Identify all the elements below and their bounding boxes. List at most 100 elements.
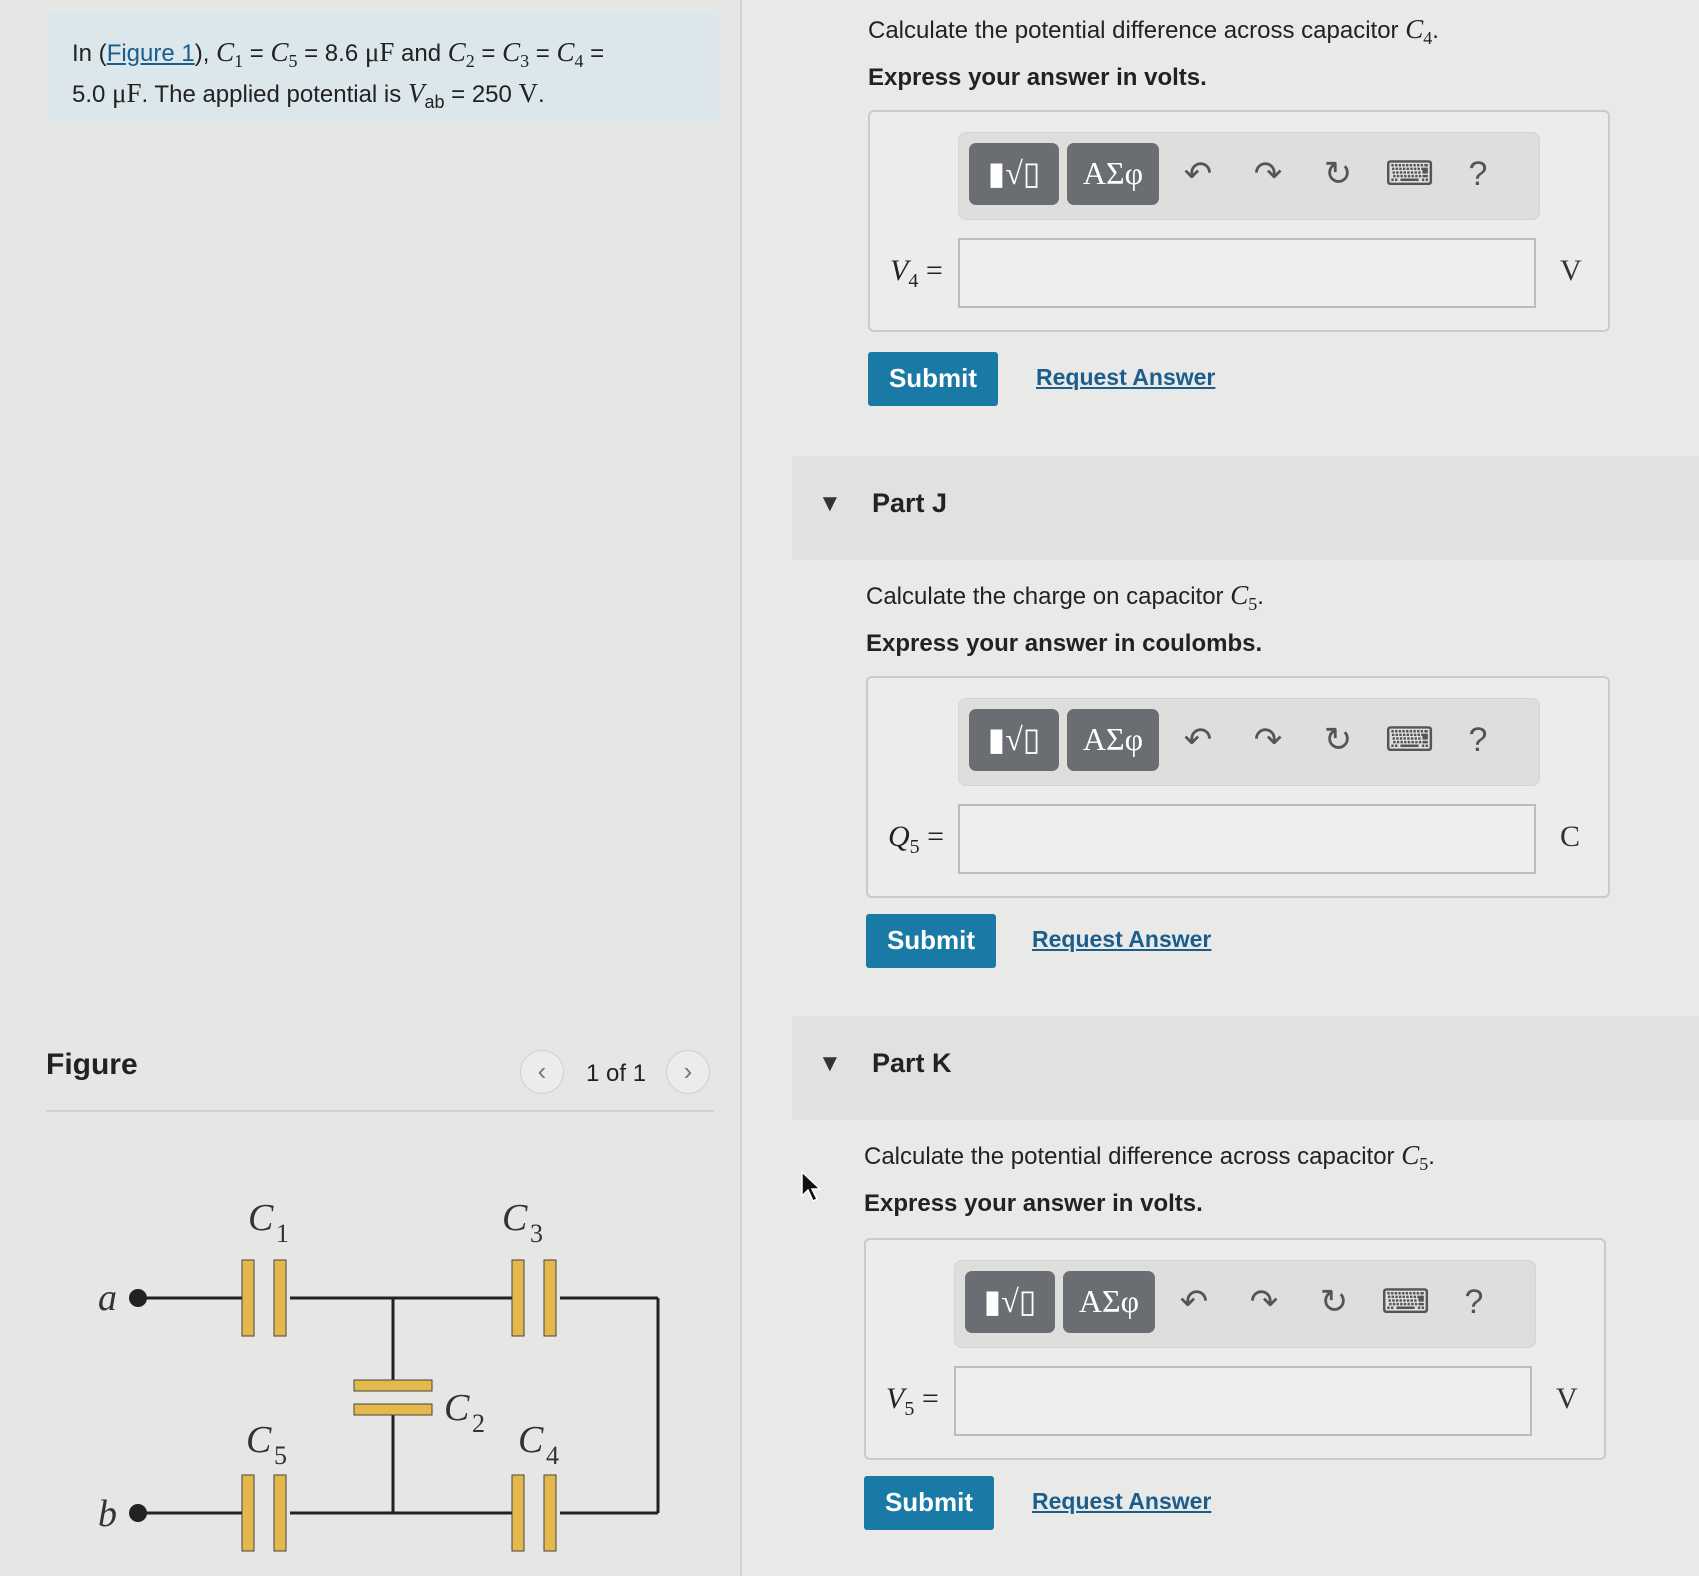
figure-pager: ‹ 1 of 1 › [520,1050,716,1096]
unit-text: V [518,77,539,108]
part-k-answer-box: ▮√▯ ΑΣφ ↶ ↷ ↻ ⌨ ? V5 = V [864,1238,1606,1460]
greek-symbols-button[interactable]: ΑΣφ [1067,709,1159,771]
answer-label: Q5 = [888,820,944,859]
part-j-instruction: Express your answer in coulombs. [866,630,1263,657]
question-text: Calculate the potential difference acros… [868,17,1406,44]
greek-symbols-button[interactable]: ΑΣφ [1063,1271,1155,1333]
request-answer-link[interactable]: Request Answer [1036,364,1215,391]
collapse-triangle-icon[interactable]: ▼ [818,490,842,518]
question-text: Calculate the charge on capacitor [866,583,1231,610]
keyboard-icon[interactable]: ⌨ [1385,715,1434,765]
math-toolbar: ▮√▯ ΑΣφ ↶ ↷ ↻ ⌨ ? [958,132,1540,220]
unit-text: μF [112,77,142,108]
label-c1-sub: 1 [276,1219,289,1248]
var-symbol: V [890,254,909,287]
templates-button[interactable]: ▮√▯ [969,143,1059,205]
problem-text: = 8.6 [297,40,365,67]
figure-link[interactable]: Figure 1 [107,40,195,67]
cap-subscript: 5 [1419,1153,1429,1174]
vab-subscript: ab [424,91,445,112]
var-subscript: 5 [904,1398,915,1420]
c2-symbol: C [447,37,466,67]
problem-text: ), [194,40,217,67]
terminal-a [129,1289,147,1307]
c4-symbol: C [556,37,575,67]
answer-input[interactable] [958,804,1536,874]
part-k-header[interactable]: ▼ Part K [792,1016,1699,1120]
label-b: b [98,1493,117,1535]
label-c2: C [444,1387,470,1429]
templates-button[interactable]: ▮√▯ [969,709,1059,771]
cap-symbol: C [1401,1140,1420,1170]
undo-icon[interactable]: ↶ [1171,1277,1217,1327]
part-title: Part K [872,1048,952,1078]
circuit-diagram: a b C C C C C 1 3 2 5 4 [98,1197,660,1552]
unit-label: C [1560,820,1581,853]
reset-icon[interactable]: ↻ [1311,1277,1357,1327]
collapse-triangle-icon[interactable]: ▼ [818,1050,842,1078]
keyboard-icon[interactable]: ⌨ [1385,149,1434,199]
label-c3: C [502,1197,528,1239]
label-c4: C [518,1419,544,1461]
label-a: a [98,1277,117,1319]
equals-sign: = [914,1382,939,1415]
cap-symbol: C [1405,14,1424,44]
redo-icon[interactable]: ↷ [1245,715,1291,765]
part-i-answer-box: ▮√▯ ΑΣφ ↶ ↷ ↻ ⌨ ? V4 = V [868,110,1610,332]
answer-input[interactable] [958,238,1536,308]
submit-button[interactable]: Submit [864,1476,994,1530]
request-answer-link[interactable]: Request Answer [1032,926,1211,953]
mouse-cursor-icon [801,1170,822,1203]
next-figure-button[interactable]: › [666,1050,710,1094]
problem-text: = 250 [444,80,519,108]
label-c2-sub: 2 [472,1409,485,1438]
reset-icon[interactable]: ↻ [1315,149,1361,199]
var-symbol: Q [888,820,910,853]
part-j-header[interactable]: ▼ Part J [792,456,1699,560]
help-icon[interactable]: ? [1451,1277,1497,1327]
submit-button[interactable]: Submit [868,352,998,406]
part-j-question: Calculate the charge on capacitor C5. [866,580,1264,614]
cap-subscript: 5 [1248,593,1258,614]
part-k-question: Calculate the potential difference acros… [864,1140,1435,1174]
problem-text: . [538,80,545,108]
cap-symbol: C [1230,580,1249,610]
request-answer-link[interactable]: Request Answer [1032,1488,1211,1515]
equals-sign: = [918,254,943,287]
reset-icon[interactable]: ↻ [1315,715,1361,765]
math-toolbar: ▮√▯ ΑΣφ ↶ ↷ ↻ ⌨ ? [958,698,1540,786]
question-text: Calculate the potential difference acros… [864,1143,1402,1170]
greek-symbols-button[interactable]: ΑΣφ [1067,143,1159,205]
part-i-instruction: Express your answer in volts. [868,64,1207,91]
help-icon[interactable]: ? [1455,715,1501,765]
answer-input[interactable] [954,1366,1532,1436]
problem-statement: In (Figure 1), C1 = C5 = 8.6 μF and C2 =… [46,12,718,122]
submit-button[interactable]: Submit [866,914,996,968]
keyboard-icon[interactable]: ⌨ [1381,1277,1430,1327]
label-c1: C [248,1197,274,1239]
label-c4-sub: 4 [546,1441,559,1470]
terminal-b [129,1504,147,1522]
c1-symbol: C [216,37,235,67]
answer-label: V5 = [886,1382,939,1421]
right-panel: Calculate the potential difference acros… [742,0,1699,1576]
label-c3-sub: 3 [530,1219,543,1248]
part-i-question: Calculate the potential difference acros… [868,14,1439,48]
figure-title: Figure [46,1048,138,1081]
problem-text: and [394,40,448,67]
cap-subscript: 4 [1423,27,1433,48]
help-icon[interactable]: ? [1455,149,1501,199]
redo-icon[interactable]: ↷ [1241,1277,1287,1327]
equals-sign: = [919,820,945,853]
label-c5-sub: 5 [274,1441,287,1470]
divider [46,1110,714,1112]
templates-button[interactable]: ▮√▯ [965,1271,1055,1333]
unit-label: V [1560,254,1582,287]
problem-text: In ( [72,40,107,67]
prev-figure-button[interactable]: ‹ [520,1050,564,1094]
redo-icon[interactable]: ↷ [1245,149,1291,199]
part-k-instruction: Express your answer in volts. [864,1190,1203,1217]
part-title: Part J [872,488,948,518]
undo-icon[interactable]: ↶ [1175,715,1221,765]
undo-icon[interactable]: ↶ [1175,149,1221,199]
